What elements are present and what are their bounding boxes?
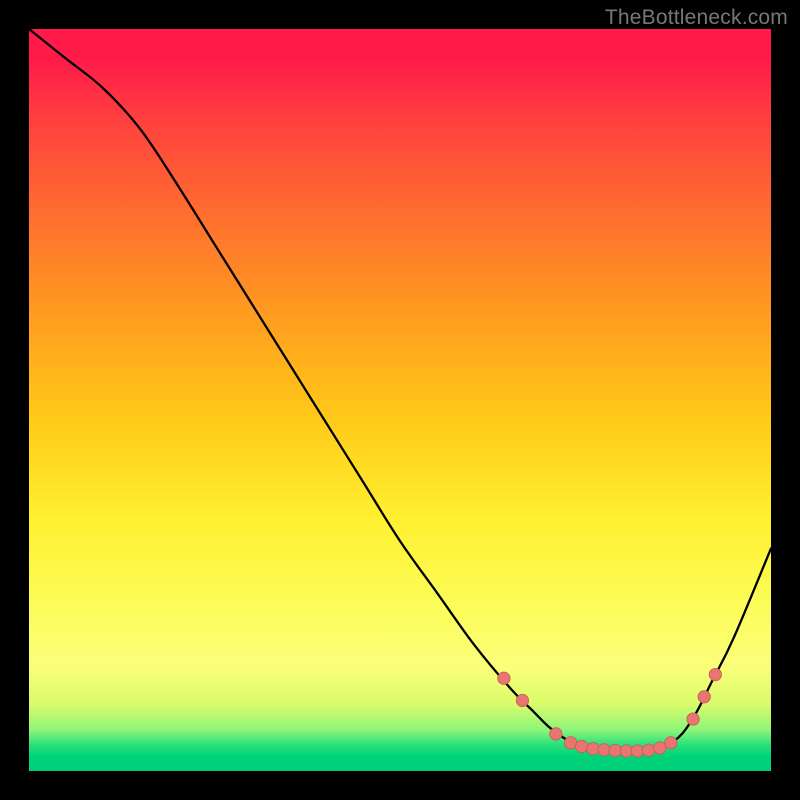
curve-dot [620,745,632,757]
curve-dot [550,728,562,740]
curve-dot [709,668,721,680]
chart-frame: TheBottleneck.com [0,0,800,800]
curve-dot [587,743,599,755]
curve-dot [609,744,621,756]
curve-dot [498,672,510,684]
curve-dots-group [498,668,722,757]
curve-dot [698,691,710,703]
bottleneck-curve-svg [29,29,771,771]
curve-dot [576,740,588,752]
curve-dot [598,744,610,756]
curve-dot [516,694,528,706]
curve-dot [687,713,699,725]
curve-dot [665,737,677,749]
curve-dot [564,737,576,749]
watermark-text: TheBottleneck.com [605,6,788,30]
bottleneck-curve-path [29,29,771,751]
curve-dot [654,742,666,754]
curve-dot [642,744,654,756]
plot-area [29,29,771,771]
curve-dot [631,745,643,757]
